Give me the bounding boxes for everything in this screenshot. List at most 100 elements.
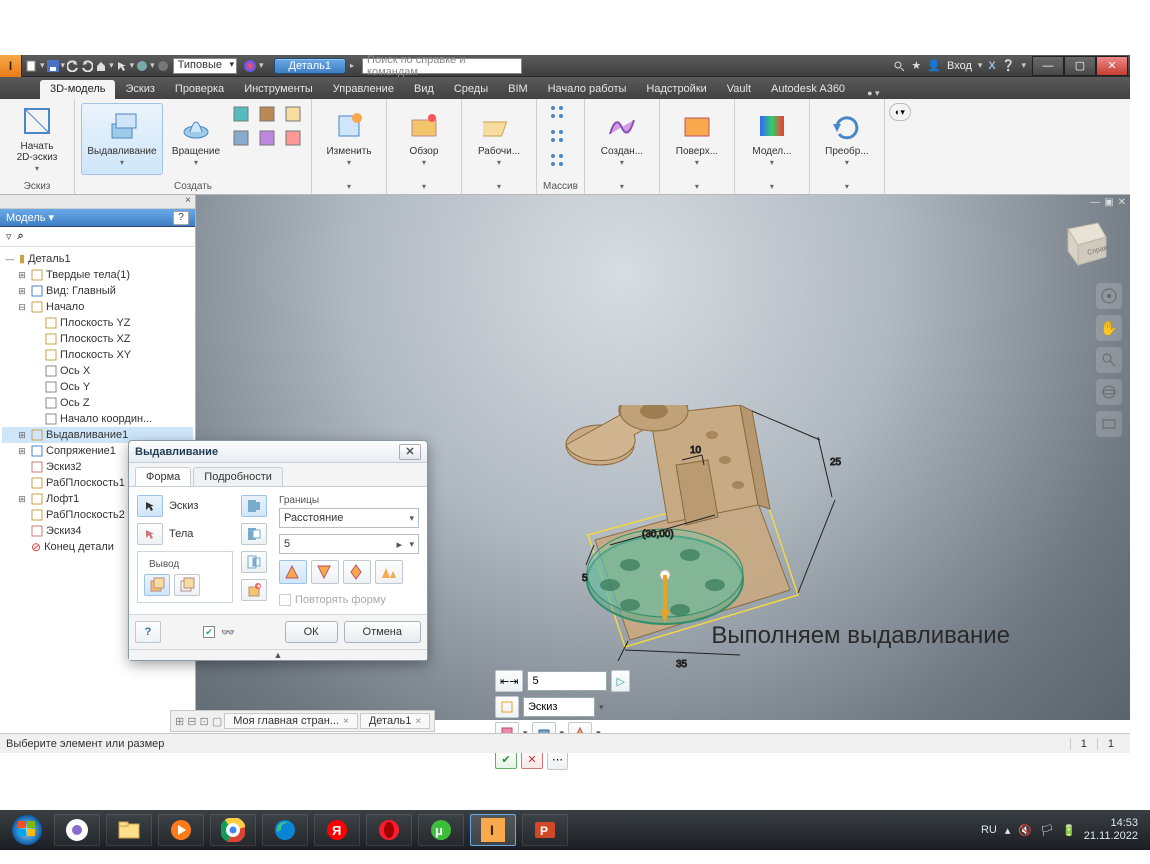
ribbon-tab-2[interactable]: Проверка — [165, 80, 234, 99]
ribbon-small-1-5[interactable] — [281, 127, 305, 149]
ribbon-btn-simulate[interactable]: Модел... — [741, 103, 803, 175]
ribbon-collapse-icon[interactable]: ◐▾ — [885, 99, 915, 194]
profile-icon[interactable] — [495, 696, 519, 718]
tree-item[interactable]: ⊟ Начало — [2, 299, 193, 315]
ribbon-btn-freeform[interactable]: Создан... — [591, 103, 653, 175]
op-cut-button[interactable] — [241, 523, 267, 545]
tree-item[interactable]: Плоскость XY — [2, 347, 193, 363]
pattern-icon-1[interactable] — [548, 127, 572, 149]
ribbon-btn-sketch[interactable]: Начать2D-эскиз — [6, 103, 68, 175]
ribbon-tab-4[interactable]: Управление — [323, 80, 404, 99]
redo-icon[interactable] — [81, 60, 93, 72]
home-icon[interactable] — [95, 60, 107, 72]
lookat-icon[interactable] — [1096, 411, 1122, 437]
ribbon-tab-1[interactable]: Эскиз — [115, 80, 164, 99]
appearance-combo[interactable]: Типовые — [173, 58, 237, 74]
tray-up-icon[interactable]: ▴ — [1005, 824, 1011, 837]
preview-checkbox[interactable]: ✔ — [203, 626, 215, 638]
ribbon-tab-8[interactable]: Начало работы — [538, 80, 637, 99]
minimize-button[interactable]: — — [1032, 56, 1064, 76]
doc-tab-part[interactable]: Деталь1× — [360, 713, 430, 729]
taskbar-inventor-icon[interactable]: I — [470, 814, 516, 846]
taskbar-powerpoint-icon[interactable]: P — [522, 814, 568, 846]
find-icon[interactable]: ⌕ — [18, 230, 24, 243]
search-icon[interactable] — [893, 60, 905, 72]
ribbon-tab-7[interactable]: BIM — [498, 80, 538, 99]
view-cube[interactable]: Справа — [1056, 215, 1112, 271]
ribbon-tab-5[interactable]: Вид — [404, 80, 444, 99]
ribbon-btn-workplane[interactable]: Рабочи... — [468, 103, 530, 175]
doc-tab-home[interactable]: Моя главная стран...× — [224, 713, 358, 729]
ribbon-small-1-0[interactable] — [229, 103, 253, 125]
save-icon[interactable] — [47, 60, 59, 72]
doc-nav-icons[interactable]: ⊞ ⊟ ⊡ ▢ — [175, 715, 222, 728]
profile-select[interactable]: Эскиз — [523, 697, 595, 717]
start-button[interactable] — [6, 814, 48, 846]
tree-item[interactable]: Плоскость XZ — [2, 331, 193, 347]
orbit-icon[interactable] — [1096, 379, 1122, 405]
dir-asymmetric-button[interactable] — [375, 560, 403, 584]
user-icon[interactable]: 👤 — [927, 59, 941, 72]
exchange-icon[interactable]: X — [988, 60, 995, 72]
tray-battery-icon[interactable]: 🔋 — [1062, 824, 1076, 837]
signin-label[interactable]: Вход — [947, 60, 972, 72]
undo-icon[interactable] — [67, 60, 79, 72]
appearance-preview-icon[interactable] — [243, 59, 257, 73]
ribbon-btn-explore[interactable]: Обзор — [393, 103, 455, 175]
cancel-button[interactable]: Отмена — [344, 621, 421, 643]
tree-root[interactable]: —▮ Деталь1 — [2, 251, 193, 267]
star-icon[interactable]: ★ — [911, 59, 921, 72]
tree-item[interactable]: Ось X — [2, 363, 193, 379]
ribbon-btn-modify[interactable]: Изменить — [318, 103, 380, 175]
ribbon-tab-6[interactable]: Среды — [444, 80, 498, 99]
new-icon[interactable] — [26, 60, 38, 72]
dialog-expand-icon[interactable]: ▲ — [129, 649, 427, 660]
output-surface-button[interactable] — [174, 574, 200, 596]
profile-select-button[interactable] — [137, 495, 163, 517]
zoom-icon[interactable] — [1096, 347, 1122, 373]
pattern-icon-2[interactable] — [548, 151, 572, 173]
ribbon-tab-3[interactable]: Инструменты — [234, 80, 323, 99]
viewport-close-icon[interactable]: ✕ — [1118, 197, 1126, 208]
taskbar-edge-icon[interactable] — [262, 814, 308, 846]
taskbar-opera-icon[interactable] — [366, 814, 412, 846]
distance-go-icon[interactable]: ▷ — [611, 670, 629, 692]
tray-flag-icon[interactable]: 🏳 — [1040, 824, 1054, 837]
ribbon-btn-revolve[interactable]: Вращение — [165, 103, 227, 175]
tree-item[interactable]: Ось Z — [2, 395, 193, 411]
browser-title[interactable]: Модель ▾ — [6, 211, 54, 224]
browser-help-icon[interactable]: ? — [173, 211, 189, 225]
taskbar-media-icon[interactable] — [158, 814, 204, 846]
ok-button[interactable]: ОК — [285, 621, 338, 643]
op-newsolid-button[interactable]: ★ — [241, 579, 267, 601]
filter-icon[interactable]: ▿ — [6, 230, 12, 243]
ribbon-small-1-3[interactable] — [229, 127, 253, 149]
taskbar-utorrent-icon[interactable]: μ — [418, 814, 464, 846]
ribbon-small-1-4[interactable] — [255, 127, 279, 149]
taskbar-yandex-icon[interactable] — [54, 814, 100, 846]
op-intersect-button[interactable] — [241, 551, 267, 573]
ribbon-btn-surface[interactable]: Поверх... — [666, 103, 728, 175]
dialog-tab-more[interactable]: Подробности — [193, 467, 283, 486]
solids-select-button[interactable] — [137, 523, 163, 545]
help-search[interactable]: Поиск по справке и командам — [362, 58, 522, 74]
ribbon-tab-11[interactable]: Autodesk A360 — [761, 80, 855, 99]
select-icon[interactable] — [116, 60, 128, 72]
tree-item[interactable]: Ось Y — [2, 379, 193, 395]
tray-clock[interactable]: 14:53 21.11.2022 — [1084, 817, 1144, 842]
doc-dropdown-icon[interactable]: ▸ — [350, 61, 354, 70]
ribbon-btn-extrude[interactable]: Выдавливание — [81, 103, 163, 175]
tree-item[interactable]: ⊞ Вид: Главный — [2, 283, 193, 299]
ribbon-overflow-icon[interactable]: ● ▾ — [867, 88, 879, 99]
panel-close-icon[interactable]: × — [0, 195, 195, 209]
op-join-button[interactable] — [241, 495, 267, 517]
taskbar-yandex-red-icon[interactable]: Я — [314, 814, 360, 846]
taskbar-chrome-icon[interactable] — [210, 814, 256, 846]
dialog-tab-shape[interactable]: Форма — [135, 467, 191, 486]
viewport-minimize-icon[interactable]: — — [1090, 197, 1100, 208]
distance-input[interactable]: 5▸ — [279, 534, 419, 554]
ribbon-tab-10[interactable]: Vault — [717, 80, 761, 99]
viewport-restore-icon[interactable]: ▣ — [1104, 197, 1113, 208]
tree-item[interactable]: Начало координ... — [2, 411, 193, 427]
ribbon-tab-9[interactable]: Надстройки — [636, 80, 716, 99]
